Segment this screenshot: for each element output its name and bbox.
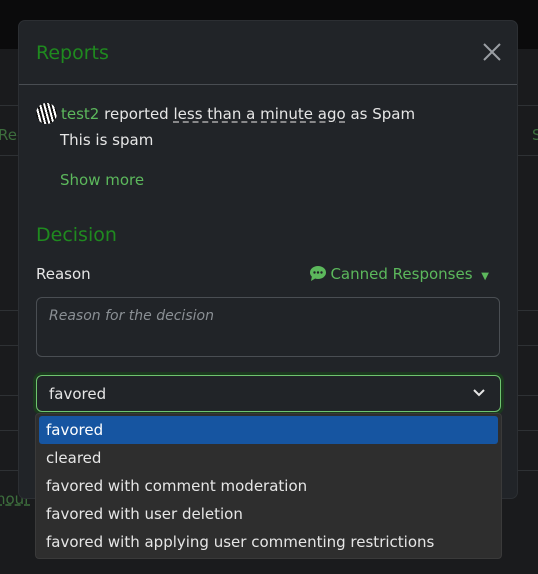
close-icon[interactable]	[481, 41, 503, 63]
report-reason: as Spam	[350, 105, 416, 123]
modal-header: Reports	[19, 21, 517, 85]
reporter-link[interactable]: test2	[61, 105, 99, 123]
chevron-down-icon	[473, 389, 485, 397]
option-favored[interactable]: favored	[39, 416, 498, 444]
option-favored-commenting-restrictions[interactable]: favored with applying user commenting re…	[39, 528, 498, 556]
caret-down-icon: ▼	[481, 271, 489, 282]
decision-dropdown: favored cleared favored with comment mod…	[35, 413, 502, 559]
decision-selected-value: favored	[49, 385, 107, 403]
canned-responses-label: Canned Responses	[330, 265, 473, 283]
comment-icon	[309, 266, 326, 281]
reason-label: Reason	[36, 265, 91, 283]
option-favored-comment-moderation[interactable]: favored with comment moderation	[39, 472, 498, 500]
decision-heading: Decision	[36, 224, 117, 246]
report-verb: reported	[104, 105, 169, 123]
avatar	[36, 103, 57, 124]
report-line: test2 reported less than a minute ago as…	[36, 103, 415, 124]
canned-responses-button[interactable]: Canned Responses ▼	[309, 265, 489, 283]
modal-title: Reports	[36, 42, 109, 64]
option-favored-user-deletion[interactable]: favored with user deletion	[39, 500, 498, 528]
show-more-link[interactable]: Show more	[60, 171, 144, 189]
reason-textarea[interactable]: Reason for the decision	[36, 297, 500, 357]
reason-placeholder: Reason for the decision	[49, 308, 214, 324]
option-cleared[interactable]: cleared	[39, 444, 498, 472]
report-time: less than a minute ago	[173, 105, 346, 123]
decision-select[interactable]: favored	[36, 375, 501, 412]
report-message: This is spam	[60, 131, 154, 149]
background-text: S	[532, 126, 538, 144]
